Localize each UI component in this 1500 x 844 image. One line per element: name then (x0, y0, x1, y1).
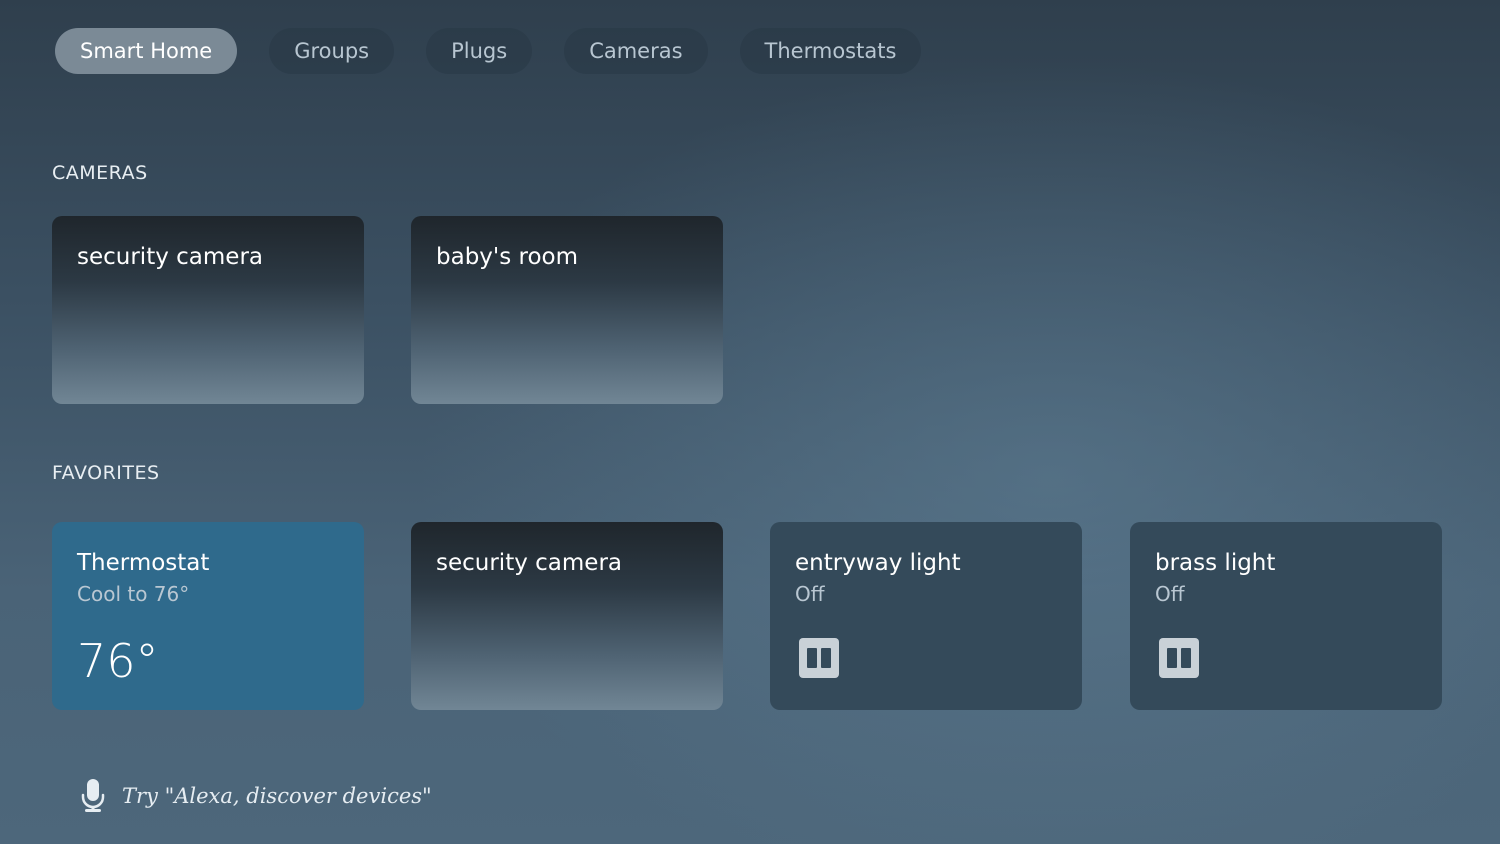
light-status: Off (1155, 582, 1185, 607)
tab-cameras[interactable]: Cameras (564, 28, 708, 74)
tab-thermostats[interactable]: Thermostats (739, 28, 922, 74)
favorites-section-title: FAVORITES (52, 462, 160, 484)
camera-card-title: security camera (436, 550, 622, 576)
voice-hint-text: Try "Alexa, discover devices" (122, 784, 432, 808)
voice-hint: Try "Alexa, discover devices" (80, 778, 432, 814)
light-name: entryway light (795, 550, 961, 576)
cameras-section-title: CAMERAS (52, 162, 148, 184)
tab-groups[interactable]: Groups (269, 28, 395, 74)
camera-card-security-camera[interactable]: security camera (52, 216, 364, 404)
light-name: brass light (1155, 550, 1276, 576)
thermostat-mode: Cool to 76° (77, 582, 190, 607)
tab-plugs[interactable]: Plugs (426, 28, 533, 74)
light-switch-icon[interactable] (798, 637, 840, 679)
microphone-icon (81, 779, 105, 812)
camera-card-title: security camera (77, 244, 263, 270)
favorite-card-security-camera[interactable]: security camera (411, 522, 723, 710)
tab-smart-home[interactable]: Smart Home (55, 28, 238, 74)
light-switch-icon[interactable] (1158, 637, 1200, 679)
favorite-card-thermostat[interactable]: Thermostat Cool to 76° 76° (52, 522, 364, 710)
thermostat-temperature: 76° (77, 634, 159, 688)
favorite-card-brass-light[interactable]: brass light Off (1130, 522, 1442, 710)
light-status: Off (795, 582, 825, 607)
camera-card-babys-room[interactable]: baby's room (411, 216, 723, 404)
top-nav: Smart Home Groups Plugs Cameras Thermost… (55, 28, 922, 74)
camera-card-title: baby's room (436, 244, 579, 270)
favorite-card-entryway-light[interactable]: entryway light Off (770, 522, 1082, 710)
thermostat-name: Thermostat (77, 550, 210, 576)
